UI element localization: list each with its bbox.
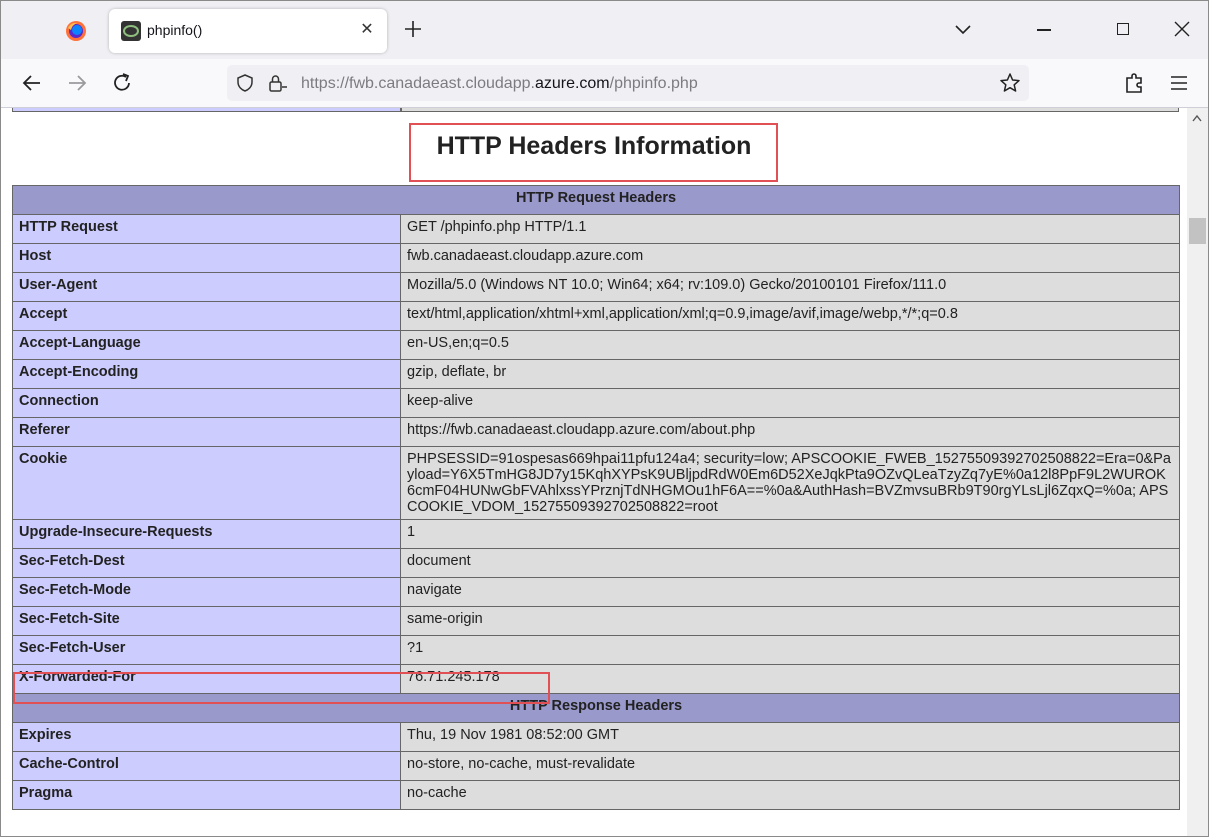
reload-icon[interactable] [108, 69, 136, 97]
back-arrow-icon[interactable] [18, 69, 46, 97]
header-name-cell: User-Agent [12, 272, 401, 302]
table-row: Referer https://fwb.canadaeast.cloudapp.a… [12, 417, 1180, 447]
header-value-cell: no-cache [400, 780, 1180, 810]
vertical-scrollbar[interactable] [1187, 108, 1208, 836]
header-value-cell: Thu, 19 Nov 1981 08:52:00 GMT [400, 722, 1180, 752]
header-value-cell: https://fwb.canadaeast.cloudapp.azure.co… [400, 417, 1180, 447]
tab-phpinfo[interactable]: phpinfo() ✕ [109, 9, 387, 53]
header-name-cell: Accept-Encoding [12, 359, 401, 389]
request-headers-title: HTTP Request Headers [12, 185, 1180, 215]
tracking-protection-shield-icon[interactable] [235, 73, 255, 93]
previous-table-row-fragment [12, 108, 1179, 112]
tab-close-icon[interactable]: ✕ [357, 20, 377, 40]
table-row: Cookie PHPSESSID=91ospesas669hpai11pfu124… [12, 446, 1180, 520]
table-row: Sec-Fetch-User ?1 [12, 635, 1180, 665]
header-value-cell: en-US,en;q=0.5 [400, 330, 1180, 360]
header-value-cell: 1 [400, 519, 1180, 549]
header-value-cell: PHPSESSID=91ospesas669hpai11pfu124a4; se… [400, 446, 1180, 520]
app-menu-hamburger-icon[interactable] [1165, 69, 1193, 97]
table-row: Sec-Fetch-Dest document [12, 548, 1180, 578]
bookmark-star-icon[interactable] [999, 72, 1021, 94]
title-highlight-box [409, 123, 778, 182]
table-row: Sec-Fetch-Site same-origin [12, 606, 1180, 636]
x-forwarded-for-highlight-box [13, 672, 550, 704]
header-value-cell: no-store, no-cache, must-revalidate [400, 751, 1180, 781]
header-value-cell: ?1 [400, 635, 1180, 665]
table-row: Cache-Control no-store, no-cache, must-re… [12, 751, 1180, 781]
header-name-cell: Host [12, 243, 401, 273]
header-name-cell: Sec-Fetch-User [12, 635, 401, 665]
header-name-cell: Pragma [12, 780, 401, 810]
table-row: User-Agent Mozilla/5.0 (Windows NT 10.0; … [12, 272, 1180, 302]
minimize-window-icon[interactable] [1037, 29, 1051, 31]
header-name-cell: Cookie [12, 446, 401, 520]
header-name-cell: Sec-Fetch-Site [12, 606, 401, 636]
header-value-cell: navigate [400, 577, 1180, 607]
table-row: Sec-Fetch-Mode navigate [12, 577, 1180, 607]
table-row: Expires Thu, 19 Nov 1981 08:52:00 GMT [12, 722, 1180, 752]
navigation-toolbar: https://fwb.canadaeast.cloudapp.azure.co… [1, 59, 1208, 108]
header-name-cell: Sec-Fetch-Dest [12, 548, 401, 578]
table-row: Connection keep-alive [12, 388, 1180, 418]
header-name-cell: Expires [12, 722, 401, 752]
site-lock-icon[interactable] [267, 73, 289, 93]
header-value-cell: keep-alive [400, 388, 1180, 418]
header-value-cell: document [400, 548, 1180, 578]
table-row: Upgrade-Insecure-Requests 1 [12, 519, 1180, 549]
http-headers-table: HTTP Request Headers HTTP Request GET /ph… [12, 185, 1180, 810]
table-row: Host fwb.canadaeast.cloudapp.azure.com [12, 243, 1180, 273]
header-name-cell: Accept-Language [12, 330, 401, 360]
extensions-puzzle-icon[interactable] [1121, 69, 1149, 97]
header-name-cell: Sec-Fetch-Mode [12, 577, 401, 607]
header-value-cell: same-origin [400, 606, 1180, 636]
header-name-cell: Upgrade-Insecure-Requests [12, 519, 401, 549]
new-tab-plus-icon[interactable] [402, 18, 424, 40]
list-all-tabs-chevron-icon[interactable] [953, 21, 973, 37]
maximize-window-icon[interactable] [1117, 23, 1129, 35]
header-name-cell: Referer [12, 417, 401, 447]
header-name-cell: HTTP Request [12, 214, 401, 244]
close-window-icon[interactable] [1171, 18, 1193, 40]
table-row: Accept-Encoding gzip, deflate, br [12, 359, 1180, 389]
firefox-logo-icon[interactable] [65, 20, 87, 42]
php-favicon-icon [121, 21, 141, 41]
tab-title: phpinfo() [147, 22, 203, 38]
header-value-cell: Mozilla/5.0 (Windows NT 10.0; Win64; x64… [400, 272, 1180, 302]
forward-arrow-icon[interactable] [63, 69, 91, 97]
scrollbar-thumb[interactable] [1189, 218, 1206, 244]
header-value-cell: text/html,application/xhtml+xml,applicat… [400, 301, 1180, 331]
url-text[interactable]: https://fwb.canadaeast.cloudapp.azure.co… [301, 75, 698, 93]
tab-strip: phpinfo() ✕ [1, 1, 1208, 59]
request-headers-header-row: HTTP Request Headers [12, 185, 1180, 215]
header-name-cell: Connection [12, 388, 401, 418]
header-name-cell: Accept [12, 301, 401, 331]
header-value-cell: GET /phpinfo.php HTTP/1.1 [400, 214, 1180, 244]
page-viewport[interactable]: HTTP Headers Information HTTP Request He… [1, 108, 1187, 836]
table-row: HTTP Request GET /phpinfo.php HTTP/1.1 [12, 214, 1180, 244]
header-value-cell: fwb.canadaeast.cloudapp.azure.com [400, 243, 1180, 273]
scroll-up-arrow-icon[interactable] [1192, 114, 1202, 122]
table-row: Accept-Language en-US,en;q=0.5 [12, 330, 1180, 360]
table-row: Pragma no-cache [12, 780, 1180, 810]
table-row: Accept text/html,application/xhtml+xml,ap… [12, 301, 1180, 331]
address-bar[interactable]: https://fwb.canadaeast.cloudapp.azure.co… [227, 65, 1029, 101]
header-name-cell: Cache-Control [12, 751, 401, 781]
header-value-cell: gzip, deflate, br [400, 359, 1180, 389]
